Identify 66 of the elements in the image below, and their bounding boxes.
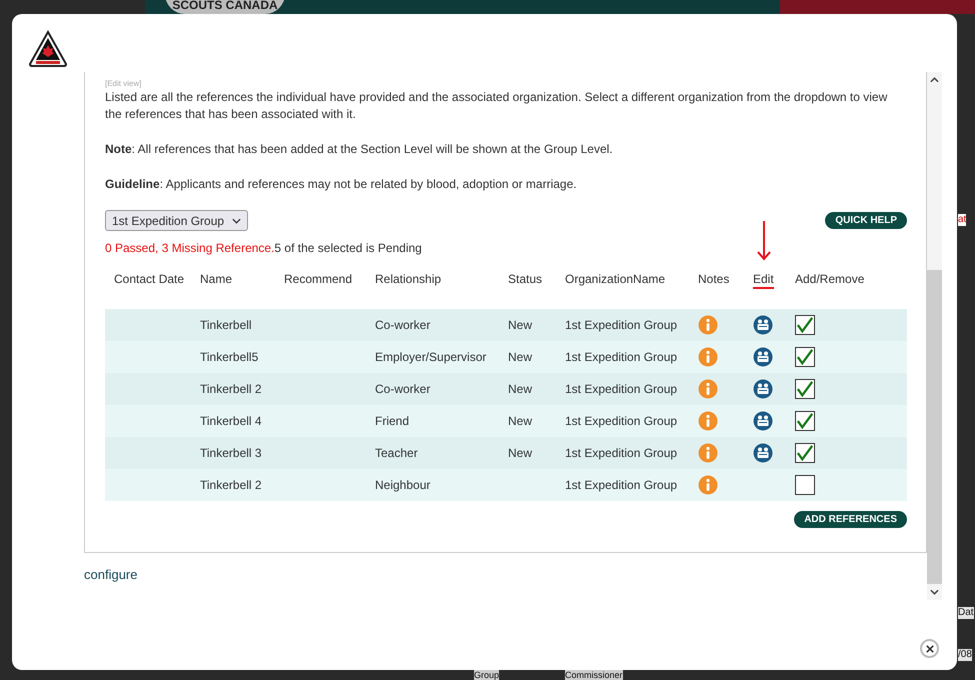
guideline-text: Guideline: Applicants and references may not be related by blood, adoption or marriage. xyxy=(105,176,578,193)
page-text: Commissioner xyxy=(565,670,623,680)
table-cell: Co-worker xyxy=(375,382,430,396)
table-cell: Neighbour xyxy=(375,478,430,492)
logo-icon xyxy=(28,30,68,68)
configure-link[interactable]: configure xyxy=(84,567,138,582)
checkbox[interactable] xyxy=(795,315,815,335)
people-icon[interactable] xyxy=(753,443,773,463)
note-text: Note: All references that has been added at the Section Level will be shown at the Group Level. xyxy=(105,141,614,158)
checkbox[interactable] xyxy=(795,379,815,399)
page-text: Dat xyxy=(958,607,974,619)
column-header: Contact Date xyxy=(114,272,184,286)
people-icon[interactable] xyxy=(753,411,773,431)
intro-text: Listed are all the references the individual have provided and the associated organization. Select a different organization from the dropdown to view the references that has been associated with it. xyxy=(105,89,888,123)
add-references-button[interactable]: ADD REFERENCES xyxy=(794,511,907,528)
checkbox[interactable] xyxy=(795,411,815,431)
table-cell: Teacher xyxy=(375,446,418,460)
column-header: Notes xyxy=(698,272,730,286)
table-cell: Tinkerbell 2 xyxy=(200,478,262,492)
view-label: [Edit view] xyxy=(105,79,142,89)
scrollbar[interactable] xyxy=(927,72,942,600)
table-cell: New xyxy=(508,414,532,428)
table-cell: Friend xyxy=(375,414,410,428)
table-cell: Tinkerbell5 xyxy=(200,350,258,364)
organization-dropdown[interactable]: 1st Expedition Group xyxy=(105,210,248,231)
table-cell: 1st Expedition Group xyxy=(565,318,678,332)
column-header: Add/Remove xyxy=(795,272,864,286)
table-cell: Co-worker xyxy=(375,318,430,332)
page-text: Group xyxy=(474,670,500,680)
annotation-arrow xyxy=(757,221,771,261)
people-icon[interactable] xyxy=(753,347,773,367)
close-icon xyxy=(926,644,934,652)
table-cell: 1st Expedition Group xyxy=(565,478,678,492)
table-cell: New xyxy=(508,446,532,460)
checkbox[interactable] xyxy=(795,347,815,367)
pending-summary: 5 of the selected is Pending xyxy=(274,241,422,255)
table-cell: Employer/Supervisor xyxy=(375,350,486,364)
table-cell: 1st Expedition Group xyxy=(565,382,678,396)
quick-help-button[interactable]: QUICK HELP xyxy=(825,212,907,229)
people-icon[interactable] xyxy=(753,315,773,335)
scroll-up-icon[interactable] xyxy=(930,77,939,83)
column-header: Edit xyxy=(753,272,774,289)
column-header: Recommend xyxy=(284,272,352,286)
page-text: /08 xyxy=(958,649,972,661)
table-cell: Tinkerbell 4 xyxy=(200,414,262,428)
table-cell: New xyxy=(508,382,532,396)
column-header: OrganizationName xyxy=(565,272,666,286)
chevron-down-icon xyxy=(232,218,242,224)
table-cell: Tinkerbell 2 xyxy=(200,382,262,396)
people-icon[interactable] xyxy=(753,379,773,399)
checkbox[interactable] xyxy=(795,475,815,495)
column-header: Status xyxy=(508,272,542,286)
missing-summary: 0 Passed, 3 Missing Reference. xyxy=(105,241,274,255)
table-cell: 1st Expedition Group xyxy=(565,446,678,460)
scroll-down-icon[interactable] xyxy=(930,589,939,595)
checkbox[interactable] xyxy=(795,443,815,463)
table-cell: Tinkerbell xyxy=(200,318,252,332)
close-button[interactable] xyxy=(920,639,939,658)
table-cell: New xyxy=(508,350,532,364)
banner-title: SCOUTS CANADA xyxy=(165,0,285,14)
table-cell: 1st Expedition Group xyxy=(565,350,678,364)
table-cell: 1st Expedition Group xyxy=(565,414,678,428)
table-cell: Tinkerbell 3 xyxy=(200,446,262,460)
column-header: Relationship xyxy=(375,272,442,286)
table-cell: New xyxy=(508,318,532,332)
column-header: Name xyxy=(200,272,232,286)
